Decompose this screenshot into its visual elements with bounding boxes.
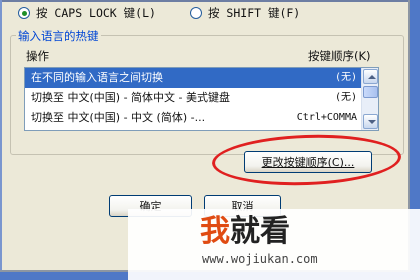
window-edge (0, 0, 2, 270)
scroll-up-button[interactable] (363, 69, 378, 84)
table-row[interactable]: 在不同的输入语言之间切换 (无) (25, 68, 361, 88)
shift-radio-icon[interactable] (190, 7, 202, 19)
row-action-text: 切换至 中文(中国) - 简体中文 - 美式键盘 (31, 91, 231, 104)
hotkey-group-title: 输入语言的热键 (16, 28, 101, 44)
chevron-down-icon (368, 120, 376, 124)
watermark-brand-suffix: 就看 (230, 214, 290, 249)
table-row[interactable]: 切换至 中文(中国) - 中文 (简体) -... Ctrl+COMMA (25, 108, 361, 128)
row-action-text: 切换至 中文(中国) - 中文 (简体) -... (31, 111, 206, 124)
caps-lock-radio-label: 按 CAPS LOCK 键(L) (36, 6, 156, 20)
chevron-up-icon (368, 75, 376, 79)
hotkey-list[interactable]: 在不同的输入语言之间切换 (无) 切换至 中文(中国) - 简体中文 - 美式键… (24, 67, 379, 131)
scroll-down-button[interactable] (363, 114, 378, 129)
shift-radio-option[interactable]: 按 SHIFT 键(F) (190, 2, 300, 24)
action-column-header: 操作 (26, 49, 49, 63)
row-sequence-text: (无) (334, 92, 357, 103)
table-row[interactable]: 切换至 中文(中国) - 简体中文 - 美式键盘 (无) (25, 88, 361, 108)
row-action-text: 在不同的输入语言之间切换 (31, 71, 163, 84)
caps-lock-radio-option[interactable]: 按 CAPS LOCK 键(L) (18, 2, 156, 24)
shift-radio-label: 按 SHIFT 键(F) (208, 6, 301, 20)
sequence-column-header: 按键顺序(K) (308, 49, 371, 63)
watermark-overlay: 我就看 www.wojiukan.com (128, 209, 420, 280)
watermark-brand: 我就看 (200, 215, 290, 249)
scroll-thumb[interactable] (363, 86, 378, 98)
caps-lock-radio-icon[interactable] (18, 7, 30, 19)
row-sequence-text: Ctrl+COMMA (296, 112, 357, 123)
watermark-url: www.wojiukan.com (202, 252, 318, 266)
watermark-brand-prefix: 我 (200, 214, 230, 249)
vertical-scrollbar[interactable] (361, 68, 378, 130)
row-sequence-text: (无) (334, 72, 357, 83)
